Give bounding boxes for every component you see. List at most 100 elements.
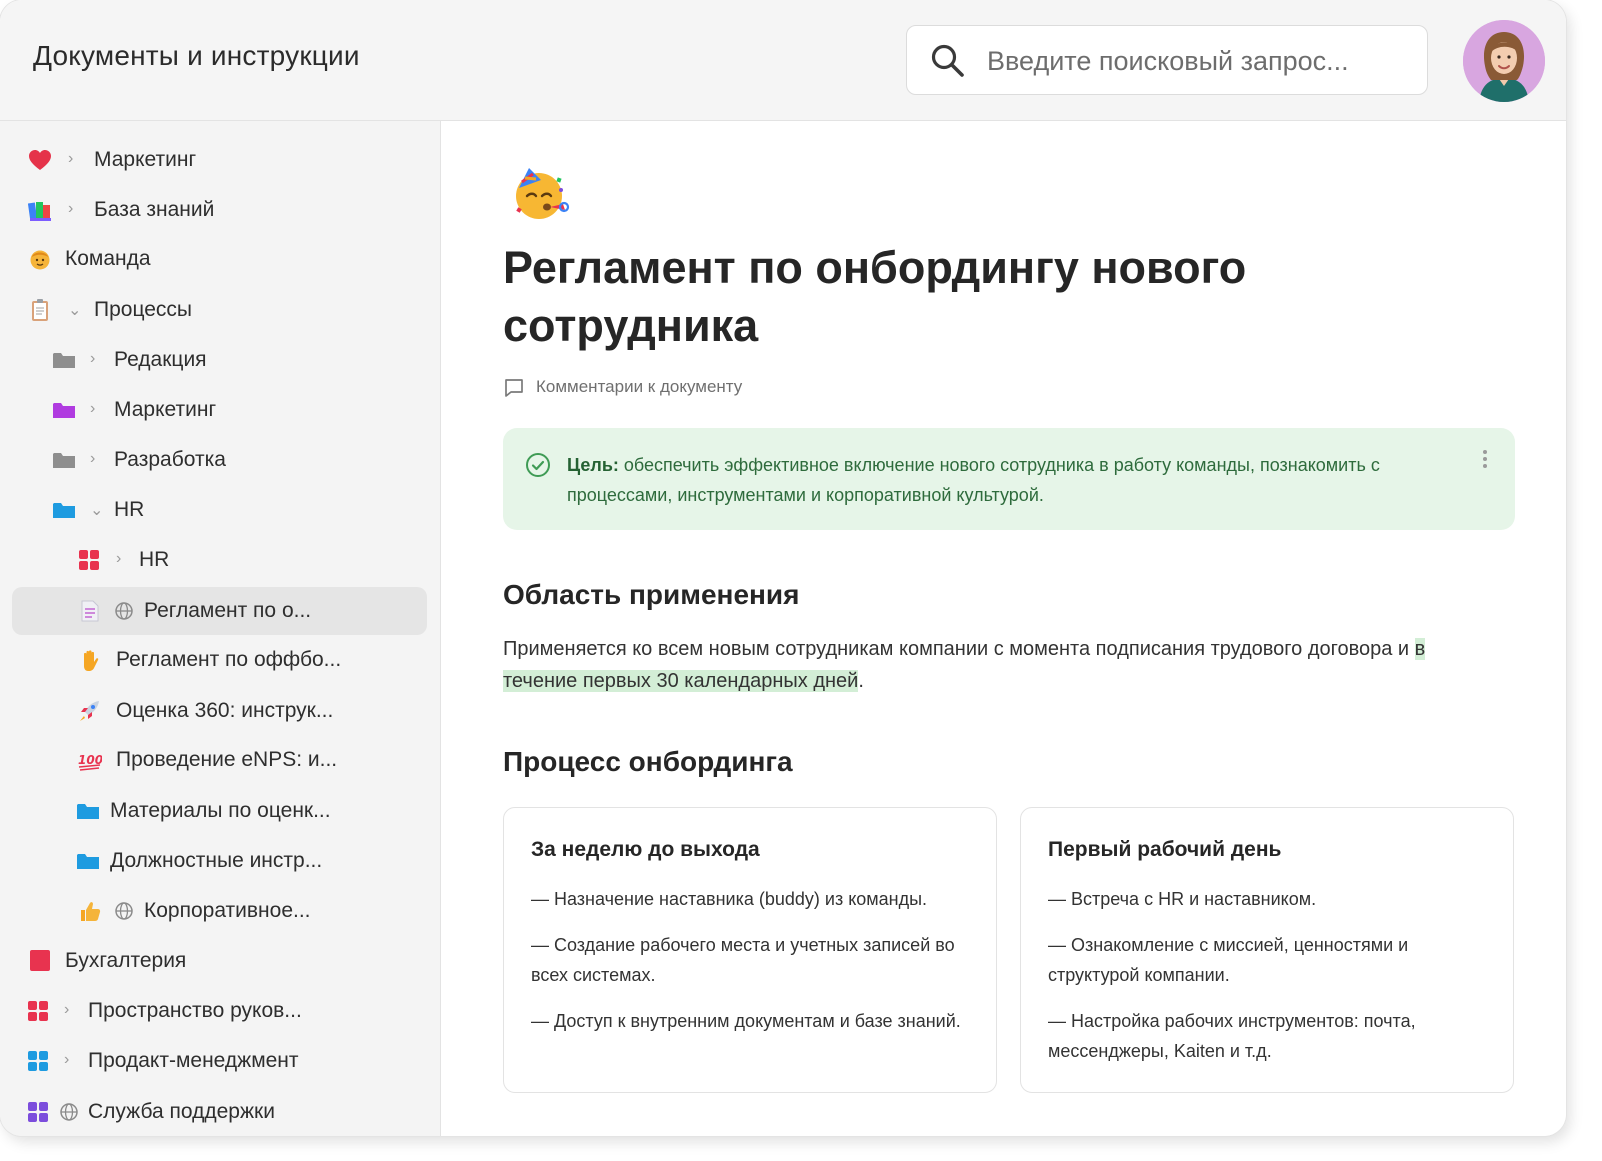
chevron-right-icon[interactable]: ›: [90, 350, 102, 370]
chevron-down-icon[interactable]: ⌄: [68, 300, 81, 320]
thumbs-up-icon: [81, 902, 101, 921]
callout-text: Цель: обеспечить эффективное включение н…: [567, 450, 1457, 510]
card-title: Первый рабочий день: [1048, 838, 1282, 861]
check-circle-icon: [526, 453, 550, 477]
card-item: — Встреча с HR и наставником.: [1048, 889, 1317, 909]
sidebar-item-label: Регламент по оффбо...: [116, 648, 342, 671]
sidebar-item-editorial[interactable]: › Редакция: [12, 336, 427, 384]
sidebar-item-processes[interactable]: ⌄ Процессы: [12, 286, 427, 334]
sidebar-item-360-review[interactable]: Оценка 360: инструк...: [12, 687, 427, 735]
sidebar-item-support[interactable]: Служба поддержки: [12, 1088, 427, 1136]
avatar[interactable]: [1463, 20, 1545, 102]
card-item: — Ознакомление с миссией, ценностями и с…: [1048, 935, 1409, 985]
section-heading-scope: Область применения: [503, 579, 800, 610]
card-item: — Создание рабочего места и учетных запи…: [531, 935, 955, 985]
sidebar-item-label: Продакт-менеджмент: [88, 1049, 299, 1072]
folder-icon: [53, 453, 75, 468]
clipboard-icon: [32, 299, 48, 321]
sidebar-item-accounting[interactable]: Бухгалтерия: [12, 937, 427, 985]
page-title: Регламент по онбордингу нового сотрудник…: [503, 242, 1247, 351]
app-window: Документы и инструкции Введите поисковый…: [0, 0, 1566, 1136]
sidebar-item-label: Регламент по о...: [144, 599, 312, 622]
scope-text: Применяется ко всем новым сотрудникам ко…: [503, 638, 1415, 660]
document-icon: [81, 600, 99, 622]
globe-icon: [115, 902, 133, 920]
search-box[interactable]: [906, 25, 1428, 96]
sidebar-item-label: Маркетинг: [94, 148, 197, 171]
folder-icon: [77, 804, 99, 819]
globe-icon: [115, 602, 133, 620]
grid-icon: [28, 1001, 48, 1021]
comments-label: Комментарии к документу: [536, 377, 743, 396]
chevron-right-icon[interactable]: ›: [90, 400, 102, 420]
heart-icon: [29, 150, 51, 170]
sidebar-item-hr-folder[interactable]: ⌄ HR: [12, 486, 427, 534]
grid-icon: [28, 1102, 48, 1122]
sidebar-item-label: Материалы по оценк...: [110, 799, 331, 822]
folder-icon: [77, 854, 99, 869]
sidebar-item-product-management[interactable]: › Продакт-менеджмент: [12, 1037, 427, 1085]
sidebar-item-marketing[interactable]: › Маркетинг: [12, 136, 427, 184]
scope-text-end: .: [858, 670, 864, 692]
sidebar-item-label: Проведение eNPS: и...: [116, 748, 338, 771]
rocket-icon: [80, 701, 99, 721]
sidebar-item-label: Бухгалтерия: [65, 949, 187, 972]
section-heading-process: Процесс онбординга: [503, 746, 793, 777]
folder-icon: [53, 403, 75, 418]
sidebar-item-label: Процессы: [94, 298, 193, 321]
sidebar-item-label: HR: [139, 548, 170, 571]
sidebar-item-enps[interactable]: 100 Проведение eNPS: и...: [12, 736, 427, 784]
top-bar: Документы и инструкции: [0, 0, 1566, 121]
face-icon: [30, 250, 50, 270]
folder-icon: [53, 503, 75, 518]
chevron-right-icon[interactable]: ›: [68, 150, 80, 170]
sidebar-item-knowledge-base[interactable]: › База знаний: [12, 186, 427, 234]
square-icon: [30, 950, 50, 971]
sidebar-item-label: Маркетинг: [114, 398, 217, 421]
callout-label: Цель:: [567, 455, 619, 475]
search-input[interactable]: [985, 26, 1409, 96]
grid-icon: [79, 550, 99, 570]
sidebar-item-label: Разработка: [114, 448, 226, 471]
document-area: Регламент по онбордингу нового сотрудник…: [441, 121, 1566, 1136]
sidebar-item-label: Служба поддержки: [88, 1100, 275, 1123]
sidebar-item-development[interactable]: › Разработка: [12, 436, 427, 484]
chevron-down-icon[interactable]: ⌄: [90, 500, 103, 520]
sidebar-item-label: Пространство руков...: [88, 999, 302, 1022]
process-card: За неделю до выхода — Назначение наставн…: [503, 807, 997, 1093]
comment-icon: [505, 379, 523, 397]
sidebar-item-label: HR: [114, 498, 145, 521]
search-icon: [931, 44, 964, 77]
folder-icon: [53, 353, 75, 368]
sidebar-item-management-space[interactable]: › Пространство руков...: [12, 987, 427, 1035]
chevron-right-icon[interactable]: ›: [90, 450, 102, 470]
hundred-icon: 100: [78, 753, 102, 771]
books-icon: [28, 202, 51, 221]
chevron-right-icon[interactable]: ›: [116, 550, 128, 570]
chevron-right-icon[interactable]: ›: [64, 1001, 76, 1021]
sidebar-item-offboarding-doc[interactable]: Регламент по оффбо...: [12, 636, 427, 684]
chevron-right-icon[interactable]: ›: [68, 200, 80, 220]
globe-icon: [60, 1103, 78, 1121]
sidebar-item-label: Оценка 360: инструк...: [116, 699, 334, 722]
user-photo-icon: [1463, 20, 1545, 102]
scope-paragraph: Применяется ко всем новым сотрудникам ко…: [503, 633, 1493, 697]
more-options-icon[interactable]: [1483, 450, 1489, 471]
sidebar-item-review-materials[interactable]: Материалы по оценк...: [12, 787, 427, 835]
sidebar-item-label: Редакция: [114, 348, 207, 371]
party-face-icon[interactable]: [511, 166, 571, 222]
sidebar-item-label: Команда: [65, 247, 151, 270]
sidebar-item-job-descriptions[interactable]: Должностные инстр...: [12, 837, 427, 885]
process-card: Первый рабочий день — Встреча с HR и нас…: [1020, 807, 1514, 1093]
sidebar-item-hr-space[interactable]: › HR: [12, 536, 427, 584]
sidebar-item-onboarding-doc[interactable]: Регламент по о...: [12, 587, 427, 635]
sidebar-item-corporate[interactable]: Корпоративное...: [12, 887, 427, 935]
sidebar-item-label: Корпоративное...: [144, 899, 311, 922]
goal-callout: Цель: обеспечить эффективное включение н…: [503, 428, 1515, 530]
chevron-right-icon[interactable]: ›: [64, 1051, 76, 1071]
card-title: За неделю до выхода: [531, 838, 760, 861]
sidebar-item-team[interactable]: Команда: [12, 235, 427, 283]
sidebar: › Маркетинг › База знаний Команда ⌄ Проц…: [0, 121, 441, 1136]
sidebar-item-label: База знаний: [94, 198, 215, 221]
sidebar-item-marketing-folder[interactable]: › Маркетинг: [12, 386, 427, 434]
